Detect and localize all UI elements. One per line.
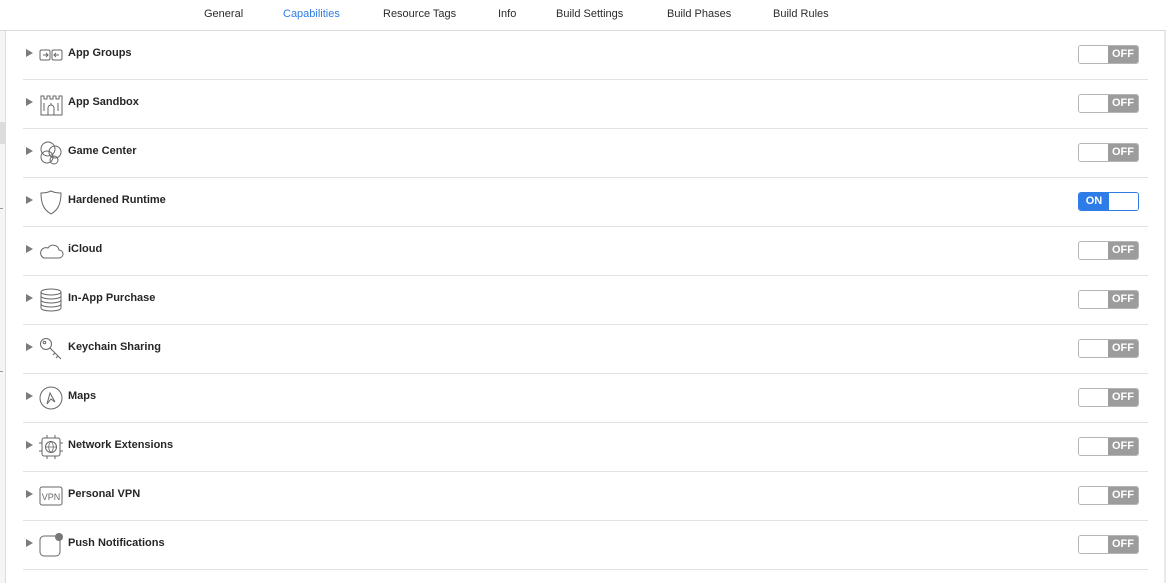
capability-label: Keychain Sharing: [68, 341, 161, 353]
toggle-state-label: OFF: [1108, 340, 1138, 357]
left-sidebar-edge: [0, 31, 6, 583]
toggle-knob: [1079, 389, 1108, 406]
capabilities-list: App Groups OFF App Sandbox OFF Game Cent…: [23, 31, 1148, 570]
toggle-knob: [1079, 438, 1108, 455]
capability-label: Hardened Runtime: [68, 194, 166, 206]
keychain-sharing-toggle[interactable]: OFF: [1078, 339, 1139, 358]
hardened-runtime-toggle[interactable]: ON: [1078, 192, 1139, 211]
app-groups-icon: [38, 42, 64, 68]
toggle-state-label: OFF: [1108, 438, 1138, 455]
capability-label: Network Extensions: [68, 439, 174, 451]
capability-label: Game Center: [68, 145, 137, 157]
capability-row-app-groups: App Groups OFF: [23, 31, 1148, 80]
capability-row-app-sandbox: App Sandbox OFF: [23, 80, 1148, 129]
capability-label: App Sandbox: [68, 96, 139, 108]
capability-label: Push Notifications: [68, 537, 165, 549]
toggle-knob: [1109, 193, 1138, 210]
tab-build-settings[interactable]: Build Settings: [556, 8, 623, 20]
hardened-runtime-icon: [38, 189, 64, 215]
toggle-state-label: OFF: [1108, 291, 1138, 308]
toggle-state-label: OFF: [1108, 487, 1138, 504]
disclosure-triangle-icon[interactable]: [26, 196, 33, 204]
disclosure-triangle-icon[interactable]: [26, 147, 33, 155]
tab-capabilities[interactable]: Capabilities: [283, 8, 340, 20]
capability-row-game-center: Game Center OFF: [23, 129, 1148, 178]
network-extensions-toggle[interactable]: OFF: [1078, 437, 1139, 456]
capability-row-network-extensions: Network Extensions OFF: [23, 423, 1148, 472]
maps-icon: [38, 385, 64, 411]
in-app-purchase-toggle[interactable]: OFF: [1078, 290, 1139, 309]
toggle-knob: [1079, 291, 1108, 308]
capability-row-push-notifications: Push Notifications OFF: [23, 521, 1148, 570]
toggle-knob: [1079, 46, 1108, 63]
disclosure-triangle-icon[interactable]: [26, 490, 33, 498]
toggle-knob: [1079, 487, 1108, 504]
disclosure-triangle-icon[interactable]: [26, 294, 33, 302]
editor-tab-bar: General Capabilities Resource Tags Info …: [0, 0, 1166, 31]
capability-label: In-App Purchase: [68, 292, 156, 304]
toggle-knob: [1079, 242, 1108, 259]
app-sandbox-toggle[interactable]: OFF: [1078, 94, 1139, 113]
in-app-purchase-icon: [38, 287, 64, 313]
game-center-toggle[interactable]: OFF: [1078, 143, 1139, 162]
capability-row-hardened-runtime: Hardened Runtime ON: [23, 178, 1148, 227]
toggle-state-label: OFF: [1108, 46, 1138, 63]
maps-toggle[interactable]: OFF: [1078, 388, 1139, 407]
disclosure-triangle-icon[interactable]: [26, 49, 33, 57]
tab-info[interactable]: Info: [498, 8, 516, 20]
capability-row-in-app-purchase: In-App Purchase OFF: [23, 276, 1148, 325]
sidebar-tick: [0, 371, 3, 372]
disclosure-triangle-icon[interactable]: [26, 245, 33, 253]
toggle-state-label: OFF: [1108, 242, 1138, 259]
tab-resource-tags[interactable]: Resource Tags: [383, 8, 456, 20]
toggle-state-label: OFF: [1108, 536, 1138, 553]
tab-general[interactable]: General: [204, 8, 243, 20]
capability-label: Personal VPN: [68, 488, 141, 500]
toggle-state-label: OFF: [1108, 144, 1138, 161]
toggle-knob: [1079, 95, 1108, 112]
personal-vpn-toggle[interactable]: OFF: [1078, 486, 1139, 505]
disclosure-triangle-icon[interactable]: [26, 343, 33, 351]
icloud-toggle[interactable]: OFF: [1078, 241, 1139, 260]
push-notifications-toggle[interactable]: OFF: [1078, 535, 1139, 554]
toggle-state-label: OFF: [1108, 95, 1138, 112]
sidebar-tick: [0, 208, 3, 209]
capability-label: iCloud: [68, 243, 103, 255]
toggle-state-label: ON: [1079, 193, 1109, 210]
game-center-icon: [38, 140, 64, 166]
capability-label: App Groups: [68, 47, 132, 59]
disclosure-triangle-icon[interactable]: [26, 98, 33, 106]
keychain-sharing-icon: [38, 336, 64, 362]
disclosure-triangle-icon[interactable]: [26, 441, 33, 449]
app-sandbox-icon: [38, 91, 64, 117]
capability-label: Maps: [68, 390, 97, 402]
app-groups-toggle[interactable]: OFF: [1078, 45, 1139, 64]
tab-build-phases[interactable]: Build Phases: [667, 8, 731, 20]
disclosure-triangle-icon[interactable]: [26, 392, 33, 400]
capability-row-icloud: iCloud OFF: [23, 227, 1148, 276]
sidebar-selection-edge: [0, 122, 5, 144]
toggle-state-label: OFF: [1108, 389, 1138, 406]
capability-row-maps: Maps OFF: [23, 374, 1148, 423]
disclosure-triangle-icon[interactable]: [26, 539, 33, 547]
network-extensions-icon: [38, 434, 64, 460]
capabilities-editor: General Capabilities Resource Tags Info …: [0, 0, 1166, 583]
vpn-icon-text: VPN: [42, 492, 61, 502]
personal-vpn-icon: VPN: [38, 483, 64, 509]
capability-row-personal-vpn: VPN Personal VPN OFF: [23, 472, 1148, 521]
capability-row-keychain-sharing: Keychain Sharing OFF: [23, 325, 1148, 374]
push-notifications-icon: [38, 532, 64, 558]
tab-build-rules[interactable]: Build Rules: [773, 8, 829, 20]
toggle-knob: [1079, 144, 1108, 161]
icloud-icon: [38, 238, 64, 264]
toggle-knob: [1079, 536, 1108, 553]
toggle-knob: [1079, 340, 1108, 357]
